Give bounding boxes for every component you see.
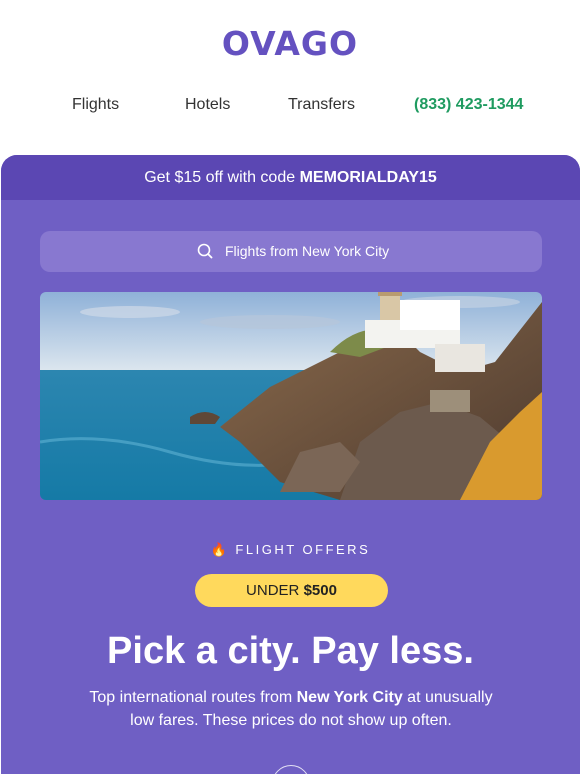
price-badge[interactable]: UNDER $500 [195,574,388,607]
badge-amount: $500 [303,582,337,599]
offer-card: Get $15 off with code MEMORIALDAY15 Flig… [1,155,580,774]
description: Top international routes from New York C… [81,686,501,732]
description-city: New York City [296,689,403,706]
flight-offers-eyebrow: 🔥 FLIGHT OFFERS [1,542,580,558]
badge-prefix: UNDER [246,582,304,599]
search-bar[interactable]: Flights from New York City [40,231,542,272]
description-part1: Top international routes from [89,689,297,706]
scroll-down-button[interactable] [272,765,310,774]
promo-text: Get $15 off with code [144,169,300,186]
email-header: OVAGO Flights Hotels Transfers (833) 423… [0,0,580,155]
fire-icon: 🔥 [210,542,230,557]
eyebrow-label: FLIGHT OFFERS [235,542,371,557]
nav-flights-link[interactable]: Flights [72,96,119,114]
headline: Pick a city. Pay less. [107,630,474,672]
phone-link[interactable]: (833) 423-1344 [414,96,523,114]
search-text: Flights from New York City [225,243,390,259]
hero-image[interactable] [40,292,542,500]
ovago-logo[interactable]: OVAGO [0,24,580,63]
nav-transfers-link[interactable]: Transfers [288,96,355,114]
nav-hotels-link[interactable]: Hotels [185,96,230,114]
promo-banner[interactable]: Get $15 off with code MEMORIALDAY15 [1,155,580,200]
top-nav: Flights Hotels Transfers (833) 423-1344 [0,96,580,118]
promo-code: MEMORIALDAY15 [299,169,437,186]
search-icon [197,243,213,259]
